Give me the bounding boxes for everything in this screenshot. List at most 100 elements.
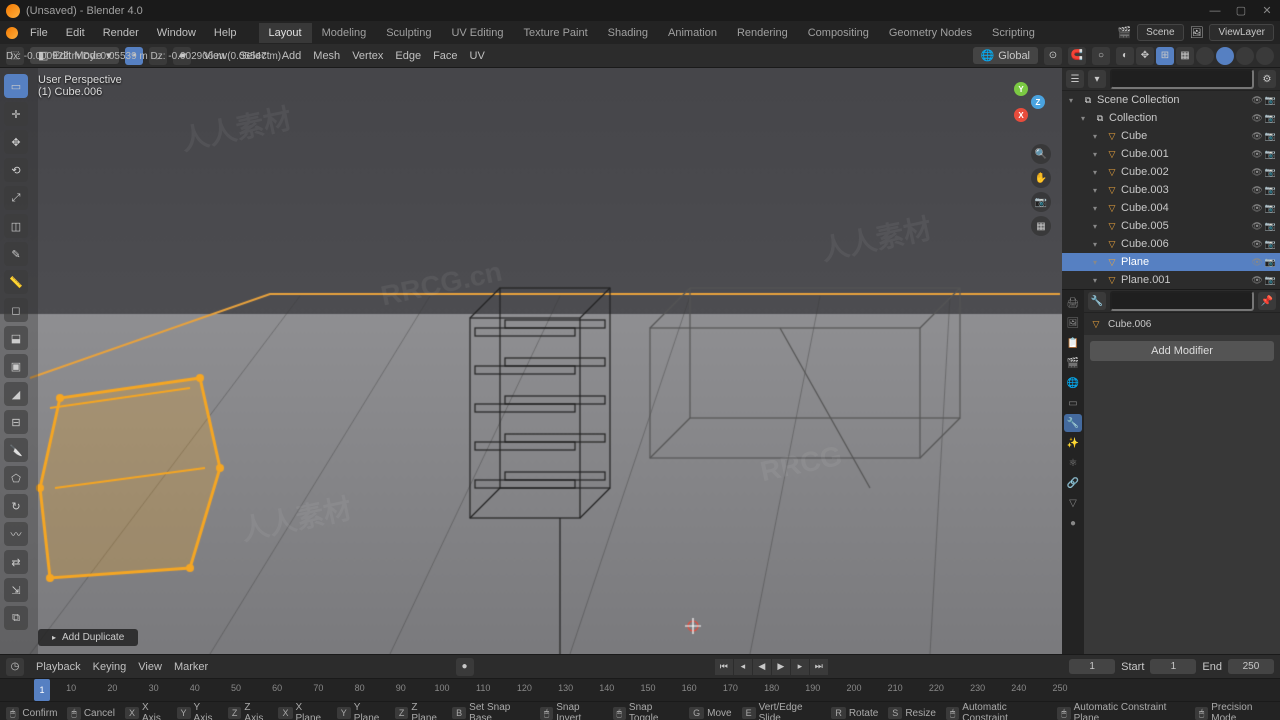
bevel-tool[interactable]: ◢	[4, 382, 28, 406]
viewlayer-dropdown[interactable]: ViewLayer	[1209, 24, 1274, 41]
extrude-tool[interactable]: ⬓	[4, 326, 28, 350]
jump-start-button[interactable]: ⏮	[715, 659, 733, 675]
workspace-tab-geometry-nodes[interactable]: Geometry Nodes	[879, 23, 982, 43]
proportional-edit-toggle[interactable]: ○	[1092, 47, 1110, 65]
tree-row[interactable]: ▾▽Cube.003👁📷	[1062, 181, 1280, 199]
knife-tool[interactable]: 🔪	[4, 438, 28, 462]
menu-render[interactable]: Render	[95, 24, 147, 42]
camera-gizmo[interactable]: 📷	[1031, 192, 1051, 212]
add-cube-tool[interactable]: ◻	[4, 298, 28, 322]
playhead[interactable]: 1	[34, 679, 50, 701]
pan-gizmo[interactable]: ✋	[1031, 168, 1051, 188]
timeline-ruler[interactable]: 1 10203040506070809010011012013014015016…	[0, 678, 1280, 701]
scale-tool[interactable]: ⤢	[4, 186, 28, 210]
physics-tab[interactable]: ⚛	[1064, 454, 1082, 472]
jump-end-button[interactable]: ⏭	[810, 659, 828, 675]
timeline-editor-icon[interactable]: ◷	[6, 658, 24, 676]
play-button[interactable]: ▶	[772, 659, 790, 675]
edge-slide-tool[interactable]: ⇄	[4, 550, 28, 574]
smooth-tool[interactable]: 〰	[4, 522, 28, 546]
move-tool[interactable]: ✥	[4, 130, 28, 154]
rendered-shading[interactable]	[1256, 47, 1274, 65]
mesh-tab[interactable]: ▽	[1064, 494, 1082, 512]
solid-shading[interactable]	[1216, 47, 1234, 65]
viewport-menu-vertex[interactable]: Vertex	[346, 47, 389, 65]
pivot-dropdown[interactable]: ⊙	[1044, 47, 1062, 65]
spin-tool[interactable]: ↻	[4, 494, 28, 518]
axis-y-icon[interactable]: Y	[1014, 82, 1028, 96]
outliner-display-dropdown[interactable]: ☰	[1066, 70, 1084, 88]
workspace-tab-texture-paint[interactable]: Texture Paint	[513, 23, 597, 43]
shrink-tool[interactable]: ⇲	[4, 578, 28, 602]
xray-toggle[interactable]: ▦	[1176, 47, 1194, 65]
persp-ortho-gizmo[interactable]: ▦	[1031, 216, 1051, 236]
transform-tool[interactable]: ◫	[4, 214, 28, 238]
workspace-tab-modeling[interactable]: Modeling	[312, 23, 377, 43]
play-reverse-button[interactable]: ◀	[753, 659, 771, 675]
orbit-gizmo[interactable]: Y X Z	[991, 78, 1051, 138]
rotate-tool[interactable]: ⟲	[4, 158, 28, 182]
tree-row[interactable]: ▾▽Plane👁📷	[1062, 253, 1280, 271]
viewlayer-tab[interactable]: 📋	[1064, 334, 1082, 352]
annotate-tool[interactable]: ✎	[4, 242, 28, 266]
viewport-menu-uv[interactable]: UV	[464, 47, 491, 65]
cursor-tool[interactable]: ✛	[4, 102, 28, 126]
timeline-menu-view[interactable]: View	[132, 659, 168, 675]
axis-x-icon[interactable]: X	[1014, 108, 1028, 122]
workspace-tab-compositing[interactable]: Compositing	[798, 23, 879, 43]
timeline-menu-playback[interactable]: Playback	[30, 659, 87, 675]
particle-tab[interactable]: ✨	[1064, 434, 1082, 452]
tree-row[interactable]: ▾▽Cube.005👁📷	[1062, 217, 1280, 235]
workspace-tab-uv-editing[interactable]: UV Editing	[441, 23, 513, 43]
viewport-3d[interactable]: Dx: -0.000922 m Dy: 0.05539 m Dz: -0.002…	[0, 68, 1061, 654]
add-modifier-button[interactable]: Add Modifier	[1090, 341, 1274, 361]
orientation-dropdown[interactable]: 🌐 Global	[973, 47, 1039, 64]
filter-button[interactable]: ⚙	[1258, 70, 1276, 88]
output-tab[interactable]: 🖼	[1064, 314, 1082, 332]
inset-tool[interactable]: ▣	[4, 354, 28, 378]
outliner-filter-icon[interactable]: ▾	[1088, 70, 1106, 88]
tree-row[interactable]: ▾⧉Scene Collection👁📷	[1062, 91, 1280, 109]
tree-row[interactable]: ▾▽Cube.001👁📷	[1062, 145, 1280, 163]
timeline-menu-marker[interactable]: Marker	[168, 659, 214, 675]
outliner-tree[interactable]: ▾⧉Scene Collection👁📷▾⧉Collection👁📷 ▾▽Cube…	[1062, 91, 1280, 289]
world-tab[interactable]: 🌐	[1064, 374, 1082, 392]
end-frame-input[interactable]: 250	[1228, 659, 1274, 674]
render-tab[interactable]: 🖨	[1064, 294, 1082, 312]
current-frame-input[interactable]: 1	[1069, 659, 1115, 674]
workspace-tab-rendering[interactable]: Rendering	[727, 23, 798, 43]
tree-row[interactable]: ▾▽Cube.004👁📷	[1062, 199, 1280, 217]
maximize-button[interactable]: ▢	[1234, 4, 1248, 18]
tree-row[interactable]: ▾▽Plane.001👁📷	[1062, 271, 1280, 289]
menu-window[interactable]: Window	[149, 24, 204, 42]
axis-z-icon[interactable]: Z	[1031, 95, 1045, 109]
menu-help[interactable]: Help	[206, 24, 245, 42]
menu-file[interactable]: File	[22, 24, 56, 42]
constraint-tab[interactable]: 🔗	[1064, 474, 1082, 492]
scene-tab[interactable]: 🎬	[1064, 354, 1082, 372]
snap-toggle[interactable]: 🧲	[1068, 47, 1086, 65]
scene-dropdown[interactable]: Scene	[1137, 24, 1183, 41]
overlays-toggle[interactable]: ⊞	[1156, 47, 1174, 65]
viewport-menu-edge[interactable]: Edge	[389, 47, 427, 65]
viewport-menu-mesh[interactable]: Mesh	[307, 47, 346, 65]
object-tab[interactable]: ▭	[1064, 394, 1082, 412]
polybuild-tool[interactable]: ⬠	[4, 466, 28, 490]
tree-row[interactable]: ▾⧉Collection👁📷	[1062, 109, 1280, 127]
tree-row[interactable]: ▾▽Cube.006👁📷	[1062, 235, 1280, 253]
modifier-tab[interactable]: 🔧	[1064, 414, 1082, 432]
workspace-tab-layout[interactable]: Layout	[259, 23, 312, 43]
close-button[interactable]: ✕	[1260, 4, 1274, 18]
keyframe-prev-button[interactable]: ◂	[734, 659, 752, 675]
pin-button[interactable]: 📌	[1258, 292, 1276, 310]
workspace-tab-shading[interactable]: Shading	[598, 23, 658, 43]
viewport-menu-face[interactable]: Face	[427, 47, 463, 65]
operator-panel[interactable]: Add Duplicate	[38, 629, 138, 646]
tree-row[interactable]: ▾▽Cube.002👁📷	[1062, 163, 1280, 181]
wireframe-shading[interactable]	[1196, 47, 1214, 65]
outliner-search-input[interactable]	[1110, 69, 1254, 89]
workspace-tab-scripting[interactable]: Scripting	[982, 23, 1045, 43]
material-tab[interactable]: ●	[1064, 514, 1082, 532]
select-box-tool[interactable]: ▭	[4, 74, 28, 98]
minimize-button[interactable]: —	[1208, 4, 1222, 18]
